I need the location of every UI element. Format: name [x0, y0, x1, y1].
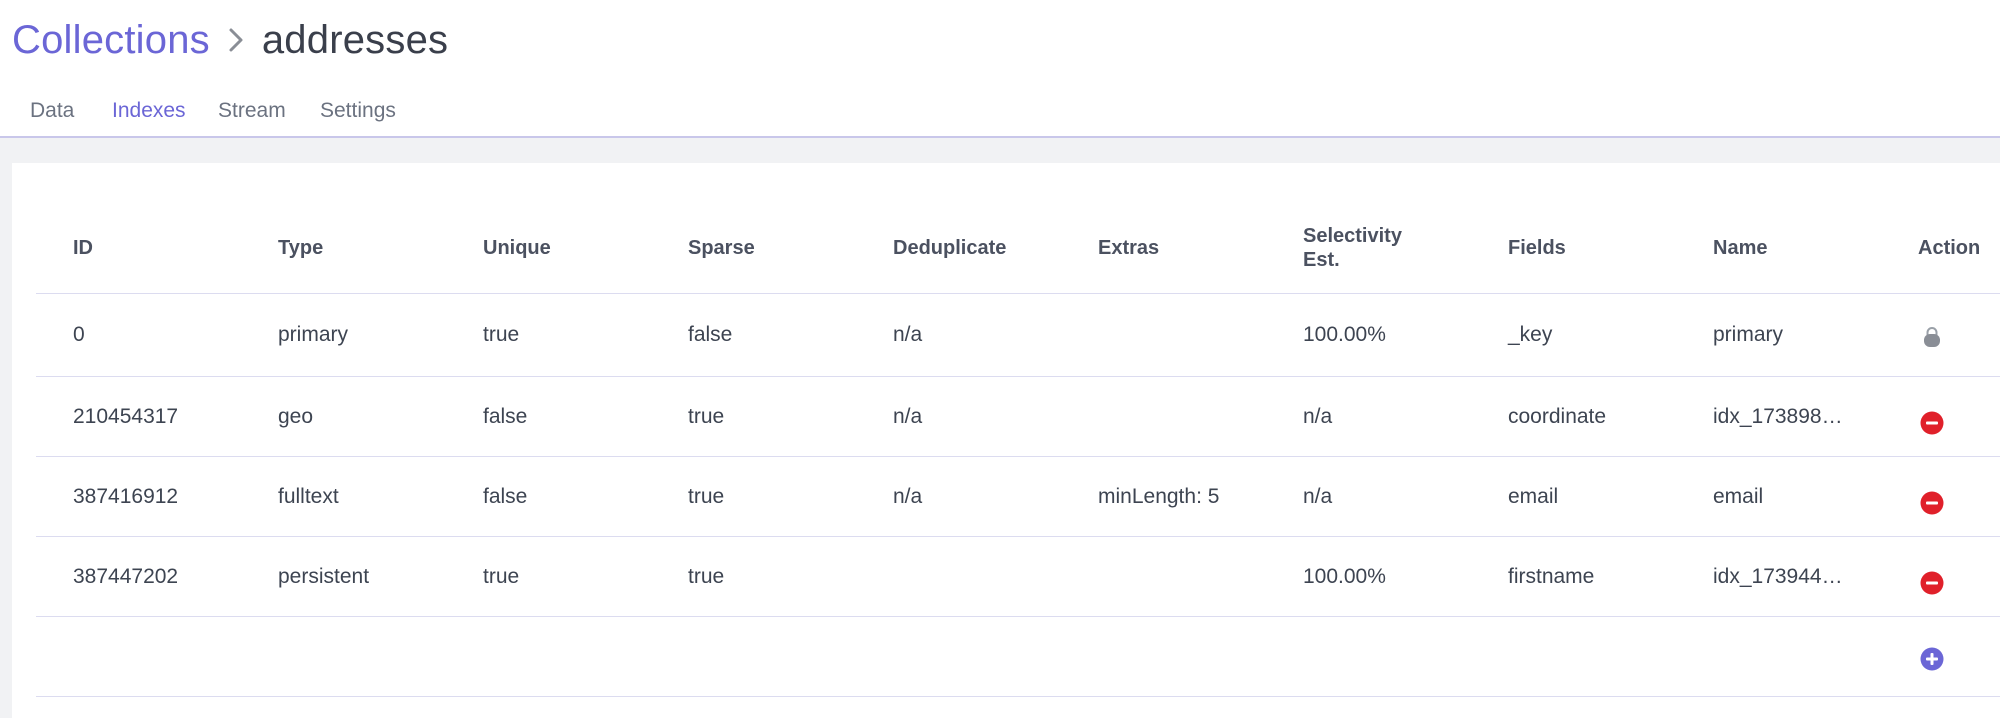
cell-deduplicate: n/a	[893, 323, 923, 346]
cell-unique: false	[483, 484, 528, 508]
cell-fields: firstname	[1508, 564, 1595, 588]
delete-icon[interactable]	[1920, 491, 1944, 515]
column-header-action: Action	[1918, 237, 1981, 259]
cell-type: persistent	[278, 564, 370, 588]
tab-settings[interactable]: Settings	[320, 92, 396, 138]
cell-unique: true	[483, 564, 520, 588]
cell-id: 387447202	[73, 564, 179, 588]
cell-unique: true	[483, 323, 520, 346]
indexes-table: ID Type Unique Sparse Deduplicate Extras…	[36, 203, 2000, 697]
cell-action	[1918, 457, 1944, 536]
cell-sparse: true	[688, 404, 725, 428]
add-index-row	[36, 617, 2000, 697]
indexes-card: ID Type Unique Sparse Deduplicate Extras…	[12, 163, 2000, 718]
cell-id: 0	[73, 323, 85, 346]
cell-action	[1918, 617, 1944, 696]
cell-unique: false	[483, 404, 528, 428]
cell-action	[1918, 377, 1944, 456]
add-icon[interactable]	[1920, 647, 1944, 671]
column-header-deduplicate: Deduplicate	[893, 237, 1007, 259]
cell-fields: _key	[1508, 323, 1553, 346]
tab-stream[interactable]: Stream	[218, 92, 286, 138]
cell-extras: minLength: 5	[1098, 484, 1220, 508]
column-header-name: Name	[1713, 237, 1768, 259]
cell-name: idx_173944…	[1713, 564, 1843, 588]
cell-sparse: true	[688, 564, 725, 588]
table-row: 387447202 persistent true true 100.00% f…	[36, 537, 2000, 617]
cell-deduplicate: n/a	[893, 404, 923, 428]
cell-selectivity: n/a	[1303, 404, 1333, 428]
table-header: ID Type Unique Sparse Deduplicate Extras…	[36, 203, 2000, 294]
tab-indexes[interactable]: Indexes	[94, 92, 204, 141]
delete-icon[interactable]	[1920, 411, 1944, 435]
chevron-right-icon	[212, 14, 260, 66]
cell-action	[1918, 537, 1944, 616]
cell-type: geo	[278, 404, 314, 428]
cell-fields: coordinate	[1508, 404, 1607, 428]
column-header-selectivity: Selectivity Est.	[1303, 225, 1402, 271]
cell-sparse: false	[688, 323, 733, 346]
cell-name: idx_173898…	[1713, 404, 1843, 428]
breadcrumb-collections-link[interactable]: Collections	[12, 18, 210, 63]
cell-sparse: true	[688, 484, 725, 508]
cell-name: email	[1713, 484, 1764, 508]
cell-fields: email	[1508, 484, 1559, 508]
delete-icon[interactable]	[1920, 571, 1944, 595]
breadcrumb: Collections addresses	[12, 14, 448, 66]
cell-id: 210454317	[73, 404, 179, 428]
column-header-fields: Fields	[1508, 237, 1566, 259]
cell-selectivity: 100.00%	[1303, 564, 1386, 588]
cell-id: 387416912	[73, 484, 179, 508]
cell-selectivity: n/a	[1303, 484, 1333, 508]
table-row: 210454317 geo false true n/a n/a coordin…	[36, 377, 2000, 457]
column-header-type: Type	[278, 237, 324, 259]
column-header-extras: Extras	[1098, 237, 1160, 259]
lock-icon	[1920, 324, 1944, 348]
cell-selectivity: 100.00%	[1303, 323, 1386, 346]
cell-action	[1918, 294, 1944, 376]
cell-deduplicate: n/a	[893, 484, 923, 508]
table-row: 0 primary true false n/a 100.00% _key pr…	[36, 294, 2000, 377]
cell-type: fulltext	[278, 484, 339, 508]
page-header: Collections addresses Data Indexes Strea…	[0, 0, 2000, 141]
page-title: addresses	[261, 17, 449, 62]
cell-type: primary	[278, 323, 349, 346]
column-header-sparse: Sparse	[688, 237, 755, 259]
column-header-unique: Unique	[483, 237, 551, 259]
tab-data[interactable]: Data	[30, 92, 74, 138]
cell-name: primary	[1713, 323, 1784, 346]
tab-bar: Data Indexes Stream Settings	[0, 92, 2000, 141]
column-header-id: ID	[73, 237, 93, 259]
table-row: 387416912 fulltext false true n/a minLen…	[36, 457, 2000, 537]
